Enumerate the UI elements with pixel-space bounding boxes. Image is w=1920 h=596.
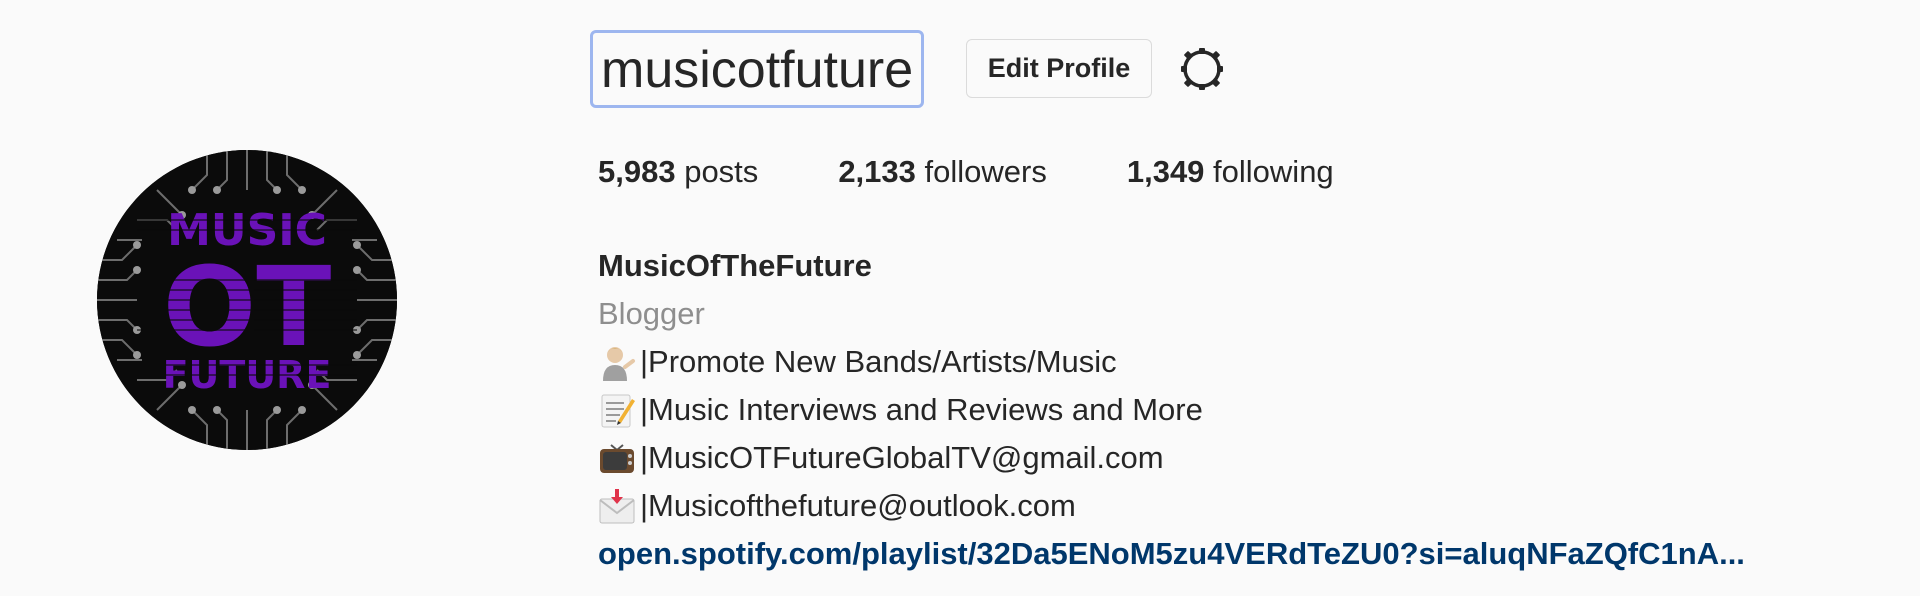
bio-line: |Music Interviews and Reviews and More <box>598 386 1745 434</box>
profile-stats: 5,983 posts 2,133 followers 1,349 follow… <box>598 154 1414 190</box>
bio-line-text: |Musicofthefuture@outlook.com <box>640 488 1076 523</box>
edit-profile-button[interactable]: Edit Profile <box>966 39 1152 98</box>
following-label: following <box>1213 154 1334 189</box>
television-icon <box>598 439 636 477</box>
bio-line: |Promote New Bands/Artists/Music <box>598 338 1745 386</box>
bio-line: |MusicOTFutureGlobalTV@gmail.com <box>598 434 1745 482</box>
svg-text:OT: OT <box>163 243 332 371</box>
followers-count: 2,133 <box>838 154 916 189</box>
following-stat[interactable]: 1,349 following <box>1127 154 1334 190</box>
followers-label: followers <box>924 154 1047 189</box>
posts-count: 5,983 <box>598 154 676 189</box>
gear-icon[interactable] <box>1178 45 1226 93</box>
bio-external-link[interactable]: open.spotify.com/playlist/32Da5ENoM5zu4V… <box>598 530 1745 578</box>
bio-line-text: |Music Interviews and Reviews and More <box>640 392 1203 427</box>
posts-label: posts <box>684 154 759 189</box>
memo-icon <box>598 391 636 429</box>
following-count: 1,349 <box>1126 154 1205 189</box>
category-label: Blogger <box>598 296 705 331</box>
incoming-envelope-icon <box>598 487 636 525</box>
bio-line-text: |Promote New Bands/Artists/Music <box>640 344 1117 379</box>
circuit-logo-icon: MUSIC OT FUTURE <box>97 150 397 450</box>
followers-stat[interactable]: 2,133 followers <box>838 154 1047 190</box>
full-name: MusicOfTheFuture <box>598 248 872 283</box>
bio-line: |Musicofthefuture@outlook.com <box>598 482 1745 530</box>
username: musicotfuture <box>601 41 914 99</box>
profile-bio: MusicOfTheFuture Blogger |Promote New Ba… <box>598 242 1745 578</box>
person-tipping-hand-icon <box>598 343 636 381</box>
posts-stat: 5,983 posts <box>598 154 758 190</box>
username-heading-focused[interactable]: musicotfuture <box>590 30 925 108</box>
bio-line-text: |MusicOTFutureGlobalTV@gmail.com <box>640 440 1164 475</box>
profile-avatar[interactable]: MUSIC OT FUTURE <box>97 150 397 450</box>
